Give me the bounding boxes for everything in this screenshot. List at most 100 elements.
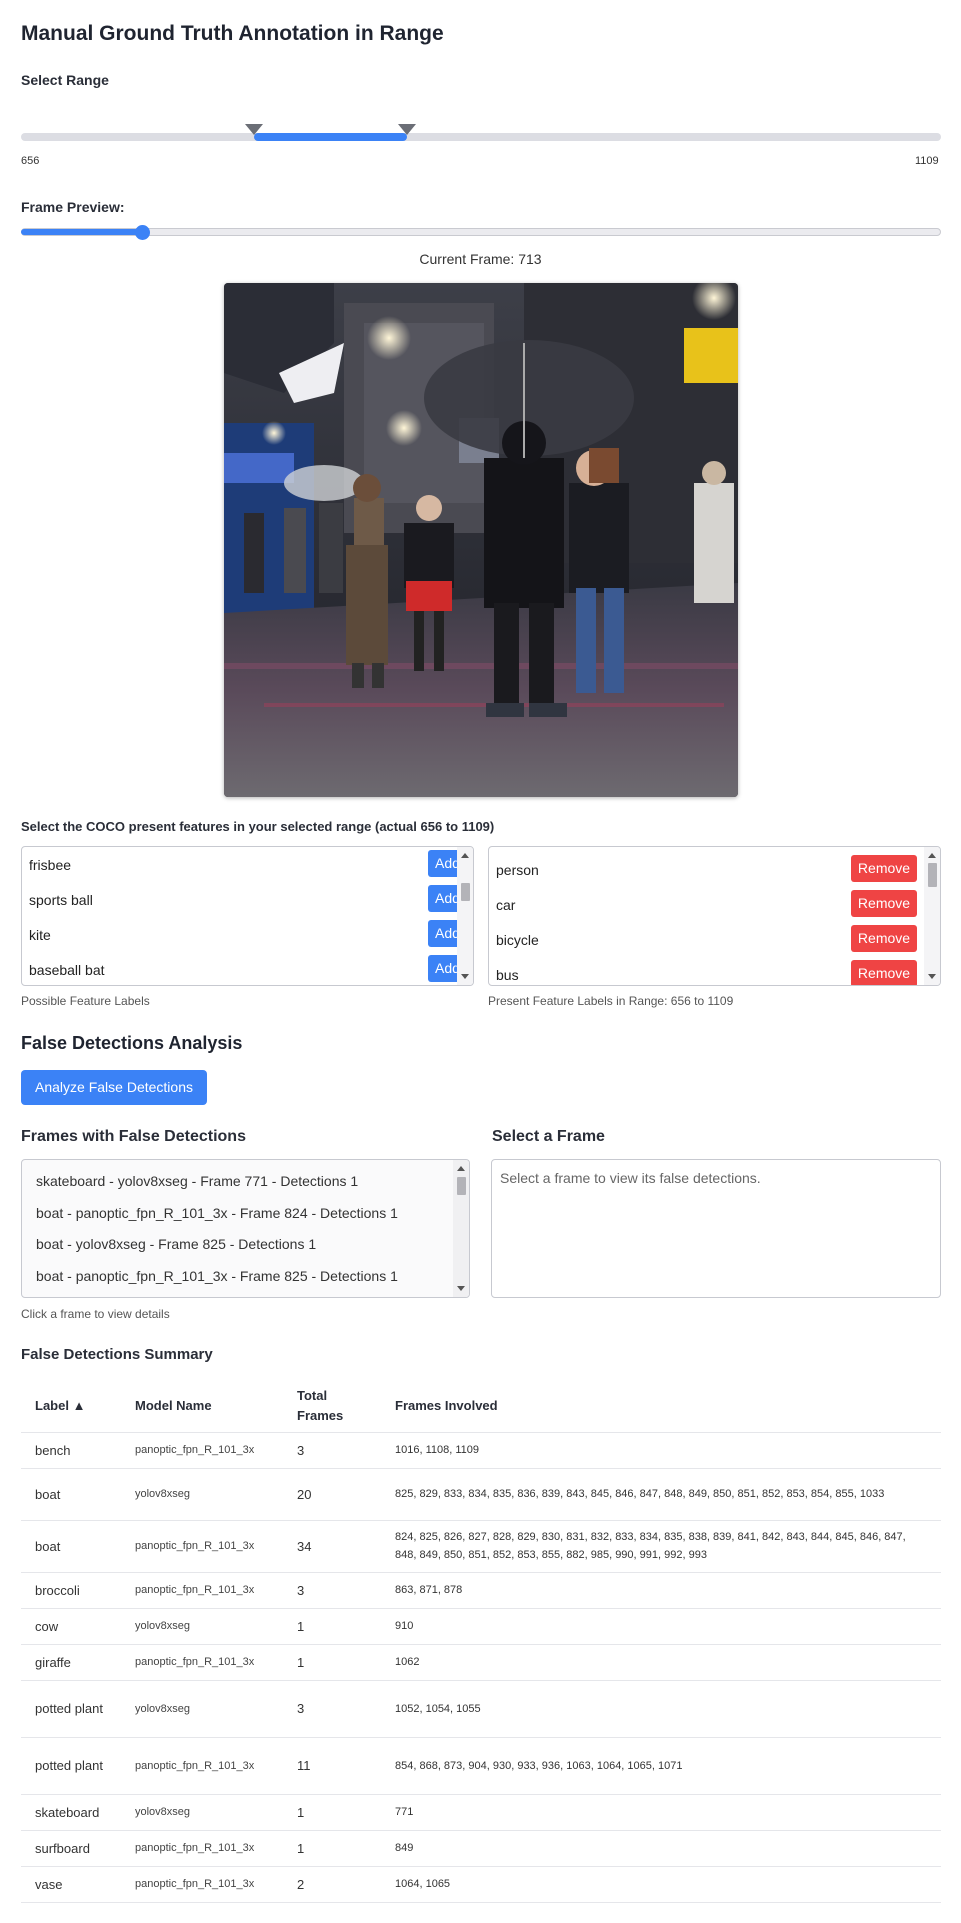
present-label-name: bicycle bbox=[496, 932, 539, 948]
cell-model-name: panoptic_fpn_R_101_3x bbox=[121, 1520, 283, 1573]
scroll-down-icon[interactable] bbox=[928, 974, 936, 979]
frames-list-scrollbar[interactable] bbox=[453, 1160, 469, 1297]
cell-label: boat bbox=[21, 1468, 121, 1521]
range-start-handle[interactable] bbox=[244, 124, 263, 135]
scrollbar-thumb[interactable] bbox=[461, 883, 470, 901]
list-item[interactable]: skateboard - yolov8xseg - Frame 771 - De… bbox=[36, 1173, 358, 1189]
cell-total-frames: 11 bbox=[283, 1737, 381, 1795]
cell-total-frames: 2 bbox=[283, 1866, 381, 1903]
present-label-row: car Remove bbox=[489, 887, 917, 922]
remove-label-button[interactable]: Remove bbox=[851, 855, 917, 882]
cell-frames-involved: 824, 825, 826, 827, 828, 829, 830, 831, … bbox=[381, 1520, 941, 1573]
scroll-up-icon[interactable] bbox=[457, 1166, 465, 1171]
table-row: potted plant yolov8xseg 3 1052, 1054, 1055 bbox=[21, 1680, 941, 1738]
scrollbar-thumb[interactable] bbox=[928, 863, 937, 887]
cell-model-name: panoptic_fpn_R_101_3x bbox=[121, 1866, 283, 1903]
cell-frames-involved: 863, 871, 878 bbox=[381, 1572, 941, 1609]
possible-label-name: baseball bat bbox=[29, 962, 105, 978]
table-row: giraffe panoptic_fpn_R_101_3x 1 1062 bbox=[21, 1644, 941, 1681]
cell-label: potted plant bbox=[21, 1680, 121, 1738]
cell-label: skateboard bbox=[21, 1794, 121, 1831]
cell-total-frames: 1 bbox=[283, 1830, 381, 1867]
cell-total-frames: 1 bbox=[283, 1794, 381, 1831]
present-label-row: bicycle Remove bbox=[489, 922, 917, 957]
list-item[interactable]: boat - panoptic_fpn_R_101_3x - Frame 824… bbox=[36, 1205, 398, 1221]
list-item[interactable]: boat - yolov8xseg - Frame 825 - Detectio… bbox=[36, 1236, 316, 1252]
cell-total-frames: 1 bbox=[283, 1644, 381, 1681]
cell-label: cow bbox=[21, 1608, 121, 1645]
cell-model-name: panoptic_fpn_R_101_3x bbox=[121, 1644, 283, 1681]
range-slider-selection[interactable] bbox=[253, 133, 408, 141]
possible-label-name: kite bbox=[29, 927, 51, 943]
remove-label-button[interactable]: Remove bbox=[851, 890, 917, 917]
possible-labels-list[interactable]: frisbee Add sports ball Add kite Add bas… bbox=[21, 846, 474, 986]
cell-frames-involved: 849 bbox=[381, 1830, 941, 1867]
present-label-row: person Remove bbox=[489, 852, 917, 887]
cell-frames-involved: 910 bbox=[381, 1608, 941, 1645]
possible-label-row: frisbee Add bbox=[22, 847, 467, 882]
present-label-name: car bbox=[496, 897, 516, 913]
table-row: cow yolov8xseg 1 910 bbox=[21, 1608, 941, 1645]
cell-model-name: panoptic_fpn_R_101_3x bbox=[121, 1432, 283, 1469]
cell-label: broccoli bbox=[21, 1572, 121, 1609]
cell-label: potted plant bbox=[21, 1737, 121, 1795]
column-header-model[interactable]: Model Name bbox=[121, 1380, 283, 1433]
analyze-false-detections-button[interactable]: Analyze False Detections bbox=[21, 1070, 207, 1105]
possible-labels-caption: Possible Feature Labels bbox=[21, 994, 150, 1008]
remove-label-button[interactable]: Remove bbox=[851, 960, 917, 985]
range-end-handle[interactable] bbox=[398, 124, 417, 135]
cell-frames-involved: 1016, 1108, 1109 bbox=[381, 1432, 941, 1469]
cell-total-frames: 3 bbox=[283, 1432, 381, 1469]
remove-label-button[interactable]: Remove bbox=[851, 925, 917, 952]
cell-frames-involved: 1052, 1054, 1055 bbox=[381, 1680, 941, 1738]
column-header-frames-involved[interactable]: Frames Involved bbox=[381, 1380, 941, 1433]
column-header-label[interactable]: Label ▲ bbox=[21, 1380, 121, 1433]
cell-model-name: yolov8xseg bbox=[121, 1468, 283, 1521]
present-labels-scrollbar[interactable] bbox=[924, 847, 940, 985]
cell-frames-involved: 771 bbox=[381, 1794, 941, 1831]
table-row: potted plant panoptic_fpn_R_101_3x 11 854, … bbox=[21, 1737, 941, 1795]
range-slider-track[interactable] bbox=[21, 133, 941, 141]
frame-slider-track[interactable] bbox=[21, 228, 941, 236]
false-detections-title: False Detections Analysis bbox=[21, 1033, 243, 1053]
cell-model-name: yolov8xseg bbox=[121, 1680, 283, 1738]
scroll-down-icon[interactable] bbox=[461, 974, 469, 979]
range-max-label: 1109 bbox=[915, 155, 939, 167]
scroll-down-icon[interactable] bbox=[457, 1286, 465, 1291]
present-label-name: person bbox=[496, 862, 539, 878]
frame-slider-fill bbox=[21, 229, 142, 235]
table-row: bench panoptic_fpn_R_101_3x 3 1016, 1108, 1… bbox=[21, 1432, 941, 1469]
table-row: surfboard panoptic_fpn_R_101_3x 1 849 bbox=[21, 1830, 941, 1867]
range-label: Select Range bbox=[21, 72, 109, 88]
summary-title: False Detections Summary bbox=[21, 1346, 213, 1363]
cell-label: vase bbox=[21, 1866, 121, 1903]
selected-frame-details: Select a frame to view its false detecti… bbox=[491, 1159, 941, 1298]
table-row: boat panoptic_fpn_R_101_3x 34 824, 825, 826… bbox=[21, 1520, 941, 1573]
cell-total-frames: 3 bbox=[283, 1680, 381, 1738]
scroll-up-icon[interactable] bbox=[461, 853, 469, 858]
false-detections-summary-table: Label ▲ Model Name Total Frames Frames I… bbox=[21, 1380, 941, 1903]
frame-slider-thumb[interactable] bbox=[134, 225, 150, 240]
cell-frames-involved: 854, 868, 873, 904, 930, 933, 936, 1063,… bbox=[381, 1737, 941, 1795]
page-title: Manual Ground Truth Annotation in Range bbox=[21, 22, 444, 45]
cell-model-name: yolov8xseg bbox=[121, 1608, 283, 1645]
cell-total-frames: 3 bbox=[283, 1572, 381, 1609]
cell-model-name: yolov8xseg bbox=[121, 1794, 283, 1831]
cell-total-frames: 1 bbox=[283, 1608, 381, 1645]
present-labels-list[interactable]: person Remove car Remove bicycle Remove … bbox=[488, 846, 941, 986]
column-header-total-frames[interactable]: Total Frames bbox=[283, 1380, 381, 1433]
cell-total-frames: 34 bbox=[283, 1520, 381, 1573]
cell-model-name: panoptic_fpn_R_101_3x bbox=[121, 1830, 283, 1867]
scrollbar-thumb[interactable] bbox=[457, 1177, 466, 1195]
possible-label-row: sports ball Add bbox=[22, 882, 467, 917]
current-frame-text: Current Frame: 713 bbox=[419, 251, 542, 267]
list-item[interactable]: boat - panoptic_fpn_R_101_3x - Frame 825… bbox=[36, 1268, 398, 1284]
frames-list-caption: Click a frame to view details bbox=[21, 1307, 170, 1321]
possible-labels-scrollbar[interactable] bbox=[457, 847, 473, 985]
cell-frames-involved: 1064, 1065 bbox=[381, 1866, 941, 1903]
cell-frames-involved: 825, 829, 833, 834, 835, 836, 839, 843, … bbox=[381, 1468, 941, 1521]
scroll-up-icon[interactable] bbox=[928, 853, 936, 858]
cell-label: bench bbox=[21, 1432, 121, 1469]
cell-label: giraffe bbox=[21, 1644, 121, 1681]
false-detection-frames-list[interactable]: skateboard - yolov8xseg - Frame 771 - De… bbox=[21, 1159, 470, 1298]
